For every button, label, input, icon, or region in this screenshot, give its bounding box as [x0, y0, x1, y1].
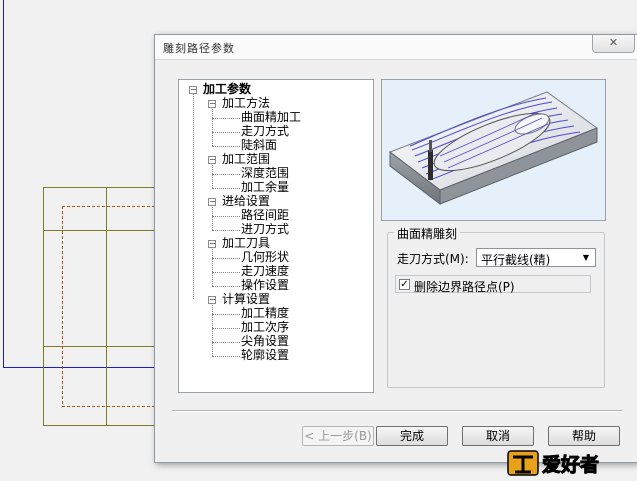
tree-item-machining-method[interactable]: 加工方法 — [222, 97, 270, 111]
tree-connector — [212, 342, 240, 343]
tool-path-mode-label: 走刀方式(M): — [397, 252, 469, 266]
tree-item-lead-in-mode[interactable]: 进刀方式 — [241, 223, 289, 237]
tree-connector — [212, 356, 240, 357]
tree-expander-icon[interactable]: − — [208, 296, 216, 304]
tree-connector — [212, 132, 240, 133]
cancel-button[interactable]: 取消 — [462, 426, 534, 446]
toolpath-preview-image — [381, 79, 606, 221]
tree-item-steep-slope[interactable]: 陡斜面 — [241, 139, 277, 153]
footer-divider — [172, 410, 622, 412]
tree-item-machining-allowance[interactable]: 加工余量 — [241, 181, 289, 195]
tree-item-machining-range[interactable]: 加工范围 — [222, 153, 270, 167]
tree-item-machining-order[interactable]: 加工次序 — [241, 321, 289, 335]
tree-item-path-spacing[interactable]: 路径间距 — [241, 209, 289, 223]
delete-boundary-points-option[interactable]: ✓ 删除边界路径点(P) — [395, 275, 591, 294]
tree-connector — [212, 118, 240, 119]
toolpath-preview-drawing — [388, 91, 599, 206]
tree-connector — [212, 174, 240, 175]
tree-item-corner-settings[interactable]: 尖角设置 — [241, 335, 289, 349]
tree-connector — [212, 230, 240, 231]
tree-item-depth-range[interactable]: 深度范围 — [241, 167, 289, 181]
canvas-grid — [43, 187, 160, 426]
watermark-logo: 爱好者 — [507, 450, 600, 477]
tree-connector — [212, 272, 240, 273]
tree-connector — [212, 314, 240, 315]
tree-connector — [212, 258, 240, 259]
tree-connector — [193, 92, 194, 299]
tree-item-calculation-settings[interactable]: 计算设置 — [222, 293, 270, 307]
tree-connector — [212, 302, 213, 356]
tree-connector — [212, 106, 213, 146]
help-button[interactable]: 帮助 — [548, 426, 620, 446]
tree-item-feed-settings[interactable]: 进给设置 — [222, 195, 270, 209]
watermark-text: 爱好者 — [542, 453, 599, 476]
tool-path-mode-value: 平行截线(精) — [481, 253, 551, 267]
close-button[interactable]: ✕ — [592, 35, 635, 53]
canvas-dashed-outline — [62, 206, 160, 407]
delete-boundary-points-label: 删除边界路径点(P) — [414, 280, 515, 294]
group-title: 曲面精雕刻 — [394, 225, 461, 242]
tree-item-geometry[interactable]: 几何形状 — [241, 251, 289, 265]
tree-connector — [212, 188, 240, 189]
previous-step-button[interactable]: < 上一步(B) — [302, 426, 374, 446]
tree-expander-icon[interactable]: − — [208, 240, 216, 248]
tree-item-machining-tool[interactable]: 加工刀具 — [222, 237, 270, 251]
finish-button[interactable]: 完成 — [376, 426, 448, 446]
dialog-titlebar[interactable]: 雕刻路径参数 ✕ — [155, 35, 637, 60]
tree-item-operation-settings[interactable]: 操作设置 — [241, 279, 289, 293]
parameter-tree[interactable]: − 加工参数 − 加工方法 曲面精加工 走刀方式 陡斜面 − 加工范围 深度范围… — [178, 79, 374, 393]
tree-expander-icon[interactable]: − — [208, 198, 216, 206]
tree-item-feed-speed[interactable]: 走刀速度 — [241, 265, 289, 279]
dialog-title: 雕刻路径参数 — [163, 42, 235, 55]
tree-item-tool-path-mode[interactable]: 走刀方式 — [241, 125, 289, 139]
tree-connector — [212, 216, 240, 217]
tree-connector — [212, 162, 213, 188]
tree-item-contour-settings[interactable]: 轮廓设置 — [241, 349, 289, 363]
delete-boundary-points-checkbox[interactable]: ✓ — [399, 279, 410, 290]
chevron-down-icon[interactable]: ▼ — [579, 251, 593, 264]
tree-connector — [212, 146, 240, 147]
tree-connector — [212, 204, 213, 230]
tool-path-mode-select[interactable]: 平行截线(精) ▼ — [476, 248, 596, 267]
tree-expander-icon[interactable]: − — [189, 86, 197, 94]
tree-item-machining-accuracy[interactable]: 加工精度 — [241, 307, 289, 321]
tree-item-surface-finishing[interactable]: 曲面精加工 — [241, 111, 301, 125]
tree-item-machining-params[interactable]: 加工参数 — [203, 83, 251, 97]
tree-connector — [212, 286, 240, 287]
tree-connector — [212, 246, 213, 286]
tree-connector — [212, 328, 240, 329]
tree-expander-icon[interactable]: − — [208, 156, 216, 164]
close-icon: ✕ — [608, 36, 619, 49]
tree-expander-icon[interactable]: − — [208, 100, 216, 108]
